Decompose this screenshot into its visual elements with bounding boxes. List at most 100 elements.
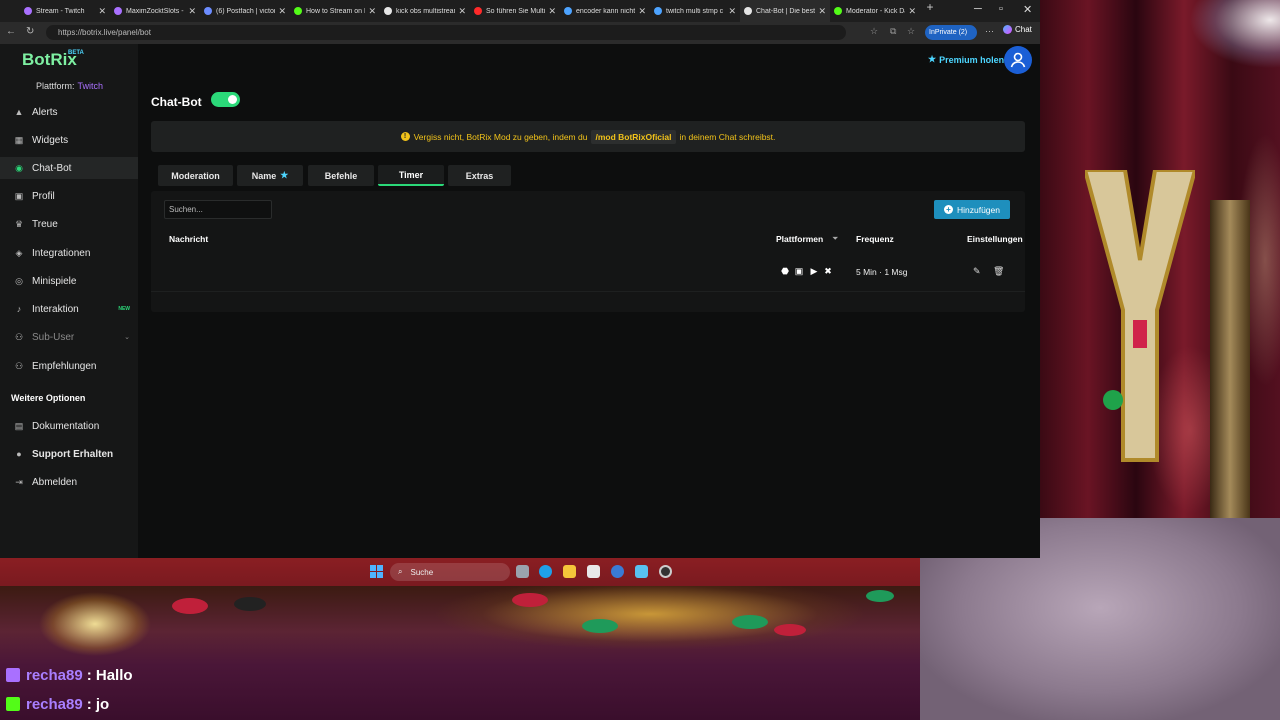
more-options-heading: Weitere Optionen: [11, 393, 86, 403]
taskbar-search[interactable]: ⌕ Suche: [390, 563, 510, 581]
tab-extras[interactable]: Extras: [448, 165, 511, 186]
tab-moderation[interactable]: Moderation: [158, 165, 233, 186]
support-icon: ●: [16, 449, 22, 459]
tab-timer[interactable]: Timer: [378, 165, 444, 186]
browser-tab[interactable]: Stream - Twitch ✕: [20, 0, 110, 22]
reload-icon[interactable]: ↻: [26, 26, 34, 37]
app-icon[interactable]: [611, 565, 624, 578]
notepad-icon[interactable]: [635, 565, 648, 578]
premium-button[interactable]: ★ Premium holen: [928, 54, 1004, 65]
favicon-icon: [834, 7, 842, 15]
close-icon[interactable]: ✕: [638, 6, 646, 17]
browser-tab[interactable]: twitch multi stmp c ✕: [650, 0, 740, 22]
close-icon[interactable]: ✕: [728, 6, 736, 17]
mod-reminder-banner: ! Vergiss nicht, BotRix Mod zu geben, in…: [151, 121, 1025, 152]
sidebar-item-widgets[interactable]: ▦ Widgets: [0, 129, 138, 151]
sidebar-item-profil[interactable]: ▣ Profil: [0, 185, 138, 207]
folder-icon[interactable]: [563, 565, 576, 578]
close-icon[interactable]: ✕: [818, 6, 826, 17]
close-icon[interactable]: ✕: [188, 6, 196, 17]
browser-tab[interactable]: encoder kann nicht ✕: [560, 0, 650, 22]
x-icon: ✖: [824, 265, 832, 276]
sidebar-item-sub-user[interactable]: ⚇ Sub-User ⌄: [0, 326, 138, 348]
favorites-icon[interactable]: ☆: [907, 26, 915, 37]
task-view-icon[interactable]: [516, 565, 529, 578]
more-icon[interactable]: ⋯: [985, 26, 994, 37]
casino-chips: [172, 590, 894, 636]
windows-start-icon[interactable]: [370, 565, 383, 578]
favorite-star-icon[interactable]: ☆: [870, 26, 878, 37]
edit-icon[interactable]: ✎: [973, 266, 983, 276]
sidebar-item-alerts[interactable]: ▲ Alerts: [0, 101, 138, 123]
browser-tab[interactable]: Moderator - Kick Da ✕: [830, 0, 920, 22]
stage-pillar: [1210, 200, 1250, 520]
chat-message: : Hallo: [86, 666, 133, 684]
trash-icon[interactable]: 🗑: [993, 266, 1004, 276]
close-icon[interactable]: ✕: [908, 6, 916, 17]
close-icon[interactable]: ✕: [368, 6, 376, 17]
browser-tab[interactable]: (6) Postfach | victory ✕: [200, 0, 290, 22]
sidebar-item-chat-bot[interactable]: ◉ Chat-Bot: [0, 157, 138, 179]
sidebar-item-interaktion[interactable]: ♪ Interaktion NEW: [0, 298, 138, 320]
search-input[interactable]: [164, 200, 272, 219]
alert-icon: ▲: [14, 107, 24, 117]
obs-icon[interactable]: [659, 565, 672, 578]
browser-tab[interactable]: MaximZocktSlots - T ✕: [110, 0, 200, 22]
tab-title: twitch multi stmp c: [666, 7, 724, 15]
filter-icon[interactable]: ⏷: [832, 234, 838, 244]
sidebar-item-label: Minispiele: [32, 275, 77, 287]
close-icon[interactable]: ✕: [98, 6, 106, 17]
sidebar-item-dokumentation[interactable]: ▤ Dokumentation: [0, 415, 138, 437]
tab-befehle[interactable]: Befehle: [308, 165, 374, 186]
back-icon[interactable]: ←: [6, 26, 16, 37]
music-icon: ♪: [16, 304, 22, 314]
copilot-chat-button[interactable]: Chat: [1003, 25, 1032, 34]
tab-name[interactable]: Name ★: [237, 165, 303, 186]
window-close-icon[interactable]: ✕: [1023, 3, 1032, 16]
edge-icon[interactable]: [539, 565, 552, 578]
sidebar-item-label: Abmelden: [32, 476, 78, 488]
inprivate-badge[interactable]: InPrivate (2): [925, 25, 977, 40]
sidebar-item-integrationen[interactable]: ◈ Integrationen: [0, 242, 138, 264]
chat-username: recha89: [26, 695, 83, 713]
sidebar-item-minispiele[interactable]: ◎ Minispiele: [0, 270, 138, 292]
close-icon[interactable]: ✕: [278, 6, 286, 17]
sidebar-item-empfehlungen[interactable]: ⚇ Empfehlungen: [0, 355, 138, 377]
extensions-icon[interactable]: ⧉: [890, 26, 896, 37]
browser-tab[interactable]: So führen Sie Multis ✕: [470, 0, 560, 22]
sidebar-item-label: Support Erhalten: [32, 448, 114, 460]
favicon-icon: [204, 7, 212, 15]
sidebar-item-abmelden[interactable]: ⇥ Abmelden: [0, 471, 138, 493]
add-button-label: Hinzufügen: [956, 204, 1000, 215]
tab-title: kick obs multistream: [396, 7, 456, 15]
new-tab-icon[interactable]: +: [920, 0, 940, 22]
avatar[interactable]: [1004, 46, 1032, 74]
close-icon[interactable]: ✕: [548, 6, 556, 17]
platform-value: Twitch: [77, 81, 104, 91]
add-timer-button[interactable]: + Hinzufügen: [934, 200, 1010, 219]
integrations-icon: ◈: [15, 247, 23, 258]
url-field[interactable]: https://botrix.live/panel/bot: [46, 25, 846, 40]
sidebar-item-support[interactable]: ● Support Erhalten: [0, 443, 138, 465]
chat-username: recha89: [26, 666, 83, 684]
tab-label: Name: [251, 170, 277, 181]
profile-icon: ▣: [14, 190, 24, 201]
browser-tab[interactable]: kick obs multistream ✕: [380, 0, 470, 22]
tab-title: So führen Sie Multis: [486, 7, 546, 15]
app-icon[interactable]: [587, 565, 600, 578]
sidebar-item-treue[interactable]: ♛ Treue: [0, 213, 138, 235]
sidebar-item-label: Sub-User: [32, 331, 75, 343]
platform-selector[interactable]: Plattform: Twitch: [36, 81, 103, 91]
browser-tab[interactable]: How to Stream on K ✕: [290, 0, 380, 22]
tab-title: (6) Postfach | victory: [216, 7, 276, 15]
taskbar-search-label: Suche: [410, 567, 434, 577]
stream-chat-line: recha89 : jo: [6, 691, 109, 717]
close-icon[interactable]: ✕: [458, 6, 466, 17]
column-header-einstellungen: Einstellungen: [967, 234, 1023, 244]
maximize-icon[interactable]: ▫: [999, 3, 1003, 15]
minimize-icon[interactable]: ─: [974, 3, 982, 15]
browser-tab-active[interactable]: Chat-Bot | Die beste ✕: [740, 0, 830, 22]
bot-enabled-toggle[interactable]: [211, 92, 240, 107]
sidebar-item-label: Widgets: [32, 134, 69, 146]
widgets-icon: ▦: [14, 134, 24, 145]
